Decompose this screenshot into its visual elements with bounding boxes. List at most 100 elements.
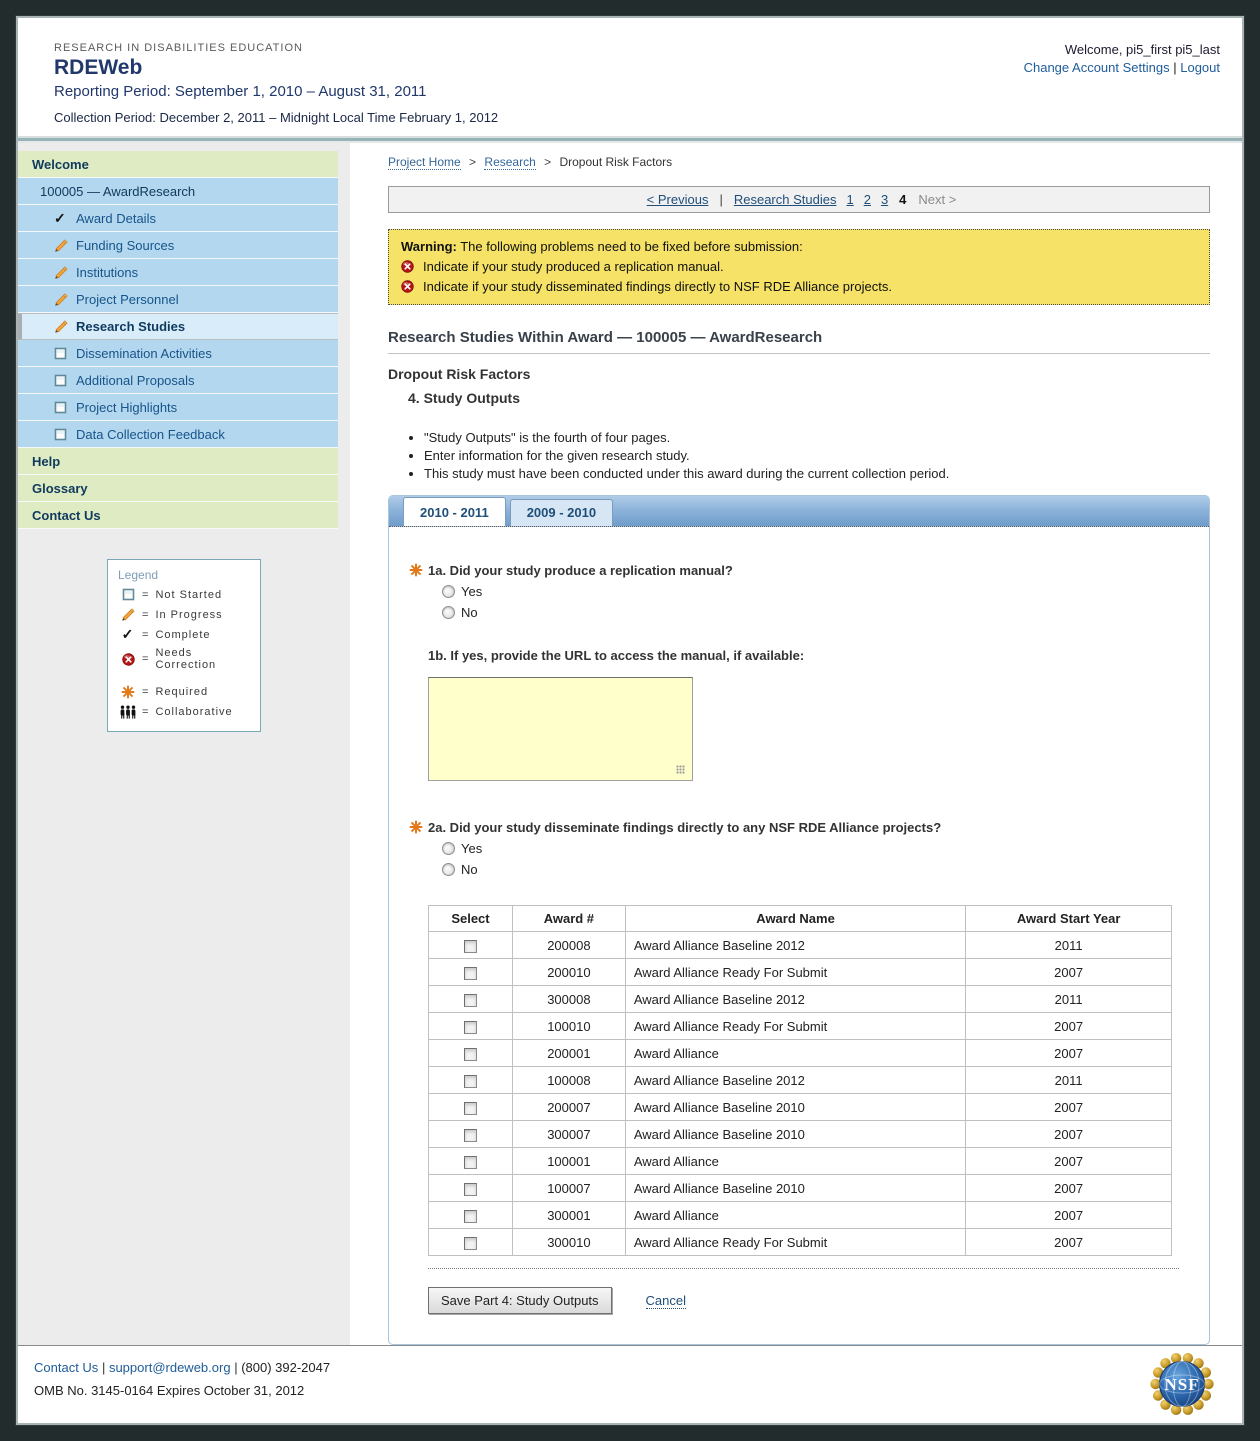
select-checkbox[interactable] bbox=[463, 1155, 477, 1169]
radio-label: Yes bbox=[461, 841, 483, 856]
legend-item: = Collaborative bbox=[118, 705, 250, 719]
legend-item-label: Needs Correction bbox=[155, 647, 217, 671]
page-link-3[interactable]: 3 bbox=[881, 192, 888, 207]
award-start-year-cell: 2007 bbox=[965, 958, 1172, 986]
warning-item-text: Indicate if your study produced a replic… bbox=[423, 259, 724, 274]
sidebar-item-100005-awardresearch[interactable]: 100005 — AwardResearch bbox=[18, 178, 338, 205]
select-checkbox[interactable] bbox=[463, 1236, 477, 1250]
nsf-logo: NSF bbox=[1150, 1352, 1214, 1416]
required-asterisk-icon bbox=[409, 563, 423, 577]
sidebar-item-label: Help bbox=[32, 453, 61, 469]
legend-item: = Not Started bbox=[118, 588, 250, 601]
header-divider bbox=[18, 136, 1242, 143]
sidebar-item-label: Institutions bbox=[76, 264, 139, 280]
award-number-cell: 300001 bbox=[511, 1201, 626, 1229]
required-asterisk-icon bbox=[121, 685, 135, 699]
select-checkbox[interactable] bbox=[463, 1128, 477, 1142]
award-number-cell: 200008 bbox=[511, 931, 626, 959]
sidebar-item-research-studies[interactable]: Research Studies bbox=[18, 313, 338, 340]
sidebar-item-label: Funding Sources bbox=[76, 237, 175, 253]
breadcrumb-current: Dropout Risk Factors bbox=[559, 155, 673, 169]
select-checkbox[interactable] bbox=[463, 1047, 477, 1061]
legend-item: = Required bbox=[118, 685, 250, 699]
tab-2010-2011[interactable]: 2010 - 2011 bbox=[403, 497, 506, 526]
manual-url-textarea[interactable] bbox=[428, 677, 693, 781]
breadcrumb-research-link[interactable]: Research bbox=[484, 155, 536, 170]
page-link-2[interactable]: 2 bbox=[864, 192, 871, 207]
not-started-icon bbox=[54, 374, 67, 386]
radio-button[interactable] bbox=[442, 585, 455, 598]
equals-sign: = bbox=[142, 653, 150, 665]
radio-button[interactable] bbox=[442, 842, 455, 855]
sidebar-item-dissemination-activities[interactable]: Dissemination Activities bbox=[18, 340, 338, 367]
equals-sign: = bbox=[142, 588, 150, 601]
footer-email-link[interactable]: support@rdeweb.org bbox=[109, 1360, 231, 1375]
previous-page-link[interactable]: < Previous bbox=[647, 192, 709, 207]
select-checkbox[interactable] bbox=[463, 1020, 477, 1034]
award-name-cell: Award Alliance Baseline 2012 bbox=[624, 931, 967, 959]
q2a-option-yes[interactable]: Yes bbox=[442, 841, 1179, 856]
question-1b: 1b. If yes, provide the URL to access th… bbox=[428, 648, 1179, 784]
resize-grip-icon[interactable] bbox=[676, 765, 685, 774]
select-checkbox[interactable] bbox=[463, 1182, 477, 1196]
radio-button[interactable] bbox=[442, 863, 455, 876]
tab-2009-2010[interactable]: 2009 - 2010 bbox=[509, 499, 614, 526]
select-checkbox[interactable] bbox=[463, 939, 477, 953]
q1a-option-no[interactable]: No bbox=[442, 605, 1179, 620]
sidebar-item-contact-us[interactable]: Contact Us bbox=[18, 502, 338, 529]
sidebar-item-help[interactable]: Help bbox=[18, 448, 338, 475]
logout-link[interactable]: Logout bbox=[1180, 60, 1220, 75]
cancel-link[interactable]: Cancel bbox=[645, 1293, 686, 1309]
breadcrumb-project-home-link[interactable]: Project Home bbox=[388, 155, 461, 170]
table-row: 200007 Award Alliance Baseline 2010 2007 bbox=[428, 1093, 1172, 1121]
sidebar-item-additional-proposals[interactable]: Additional Proposals bbox=[18, 367, 338, 394]
sidebar-item-welcome[interactable]: Welcome bbox=[18, 151, 338, 178]
instruction-bullet: This study must have been conducted unde… bbox=[424, 466, 1210, 481]
research-studies-link[interactable]: Research Studies bbox=[734, 192, 837, 207]
sidebar-item-label: Project Personnel bbox=[76, 291, 179, 307]
q2a-option-no[interactable]: No bbox=[442, 862, 1179, 877]
required-asterisk-icon bbox=[409, 820, 423, 834]
award-name-cell: Award Alliance Ready For Submit bbox=[624, 1228, 967, 1256]
select-checkbox[interactable] bbox=[463, 993, 477, 1007]
sidebar-item-label: Glossary bbox=[32, 480, 88, 496]
page-link-1[interactable]: 1 bbox=[846, 192, 853, 207]
legend-item-label: Not Started bbox=[155, 588, 223, 601]
needs-correction-icon bbox=[121, 652, 135, 666]
reporting-period: Reporting Period: September 1, 2010 – Au… bbox=[54, 83, 427, 100]
sidebar-item-institutions[interactable]: Institutions bbox=[18, 259, 338, 286]
sidebar-item-funding-sources[interactable]: Funding Sources bbox=[18, 232, 338, 259]
award-name-cell: Award Alliance Baseline 2010 bbox=[624, 1120, 967, 1148]
column-header: Select bbox=[428, 905, 513, 932]
table-row: 100001 Award Alliance 2007 bbox=[428, 1147, 1172, 1175]
sidebar-item-glossary[interactable]: Glossary bbox=[18, 475, 338, 502]
sidebar-item-project-personnel[interactable]: Project Personnel bbox=[18, 286, 338, 313]
main-content: Project Home > Research > Dropout Risk F… bbox=[350, 143, 1242, 1345]
save-button[interactable]: Save Part 4: Study Outputs bbox=[428, 1287, 612, 1314]
select-checkbox[interactable] bbox=[463, 966, 477, 980]
pencil-icon bbox=[55, 320, 68, 333]
change-account-settings-link[interactable]: Change Account Settings bbox=[1024, 60, 1170, 75]
column-header: Award Name bbox=[624, 905, 967, 932]
sidebar-item-data-collection-feedback[interactable]: Data Collection Feedback bbox=[18, 421, 338, 448]
breadcrumb-separator: > bbox=[544, 155, 552, 169]
award-number-cell: 300008 bbox=[511, 985, 626, 1013]
award-start-year-cell: 2011 bbox=[965, 1066, 1172, 1094]
pencil-icon bbox=[55, 265, 68, 279]
sidebar-item-project-highlights[interactable]: Project Highlights bbox=[18, 394, 338, 421]
award-start-year-cell: 2007 bbox=[965, 1228, 1172, 1256]
footer-contact-link[interactable]: Contact Us bbox=[34, 1360, 98, 1375]
column-header: Award Start Year bbox=[965, 905, 1172, 932]
q1a-option-yes[interactable]: Yes bbox=[442, 584, 1179, 599]
app-header: RESEARCH IN DISABILITIES EDUCATION RDEWe… bbox=[18, 18, 1242, 136]
radio-label: No bbox=[461, 605, 478, 620]
sidebar-item-award-details[interactable]: ✓ Award Details bbox=[18, 205, 338, 232]
award-name-cell: Award Alliance bbox=[624, 1147, 967, 1175]
award-number-cell: 100010 bbox=[511, 1012, 626, 1040]
award-number-cell: 100008 bbox=[511, 1066, 626, 1094]
select-checkbox[interactable] bbox=[463, 1074, 477, 1088]
radio-label: No bbox=[461, 862, 478, 877]
select-checkbox[interactable] bbox=[463, 1101, 477, 1115]
radio-button[interactable] bbox=[442, 606, 455, 619]
select-checkbox[interactable] bbox=[463, 1209, 477, 1223]
